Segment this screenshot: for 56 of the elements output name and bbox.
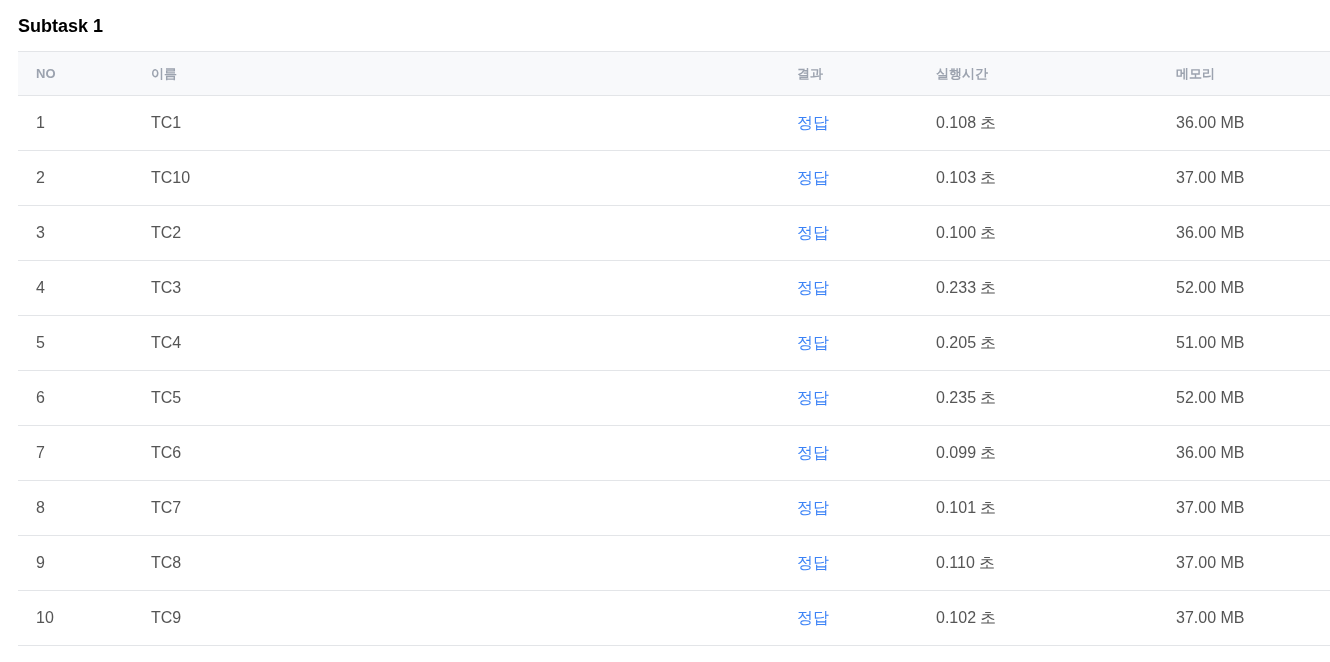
testcase-name: TC1	[151, 114, 182, 131]
result-text: 정답	[797, 609, 829, 626]
row-number: 1	[36, 114, 45, 131]
memory-usage: 52.00 MB	[1176, 389, 1245, 406]
memory-usage: 52.00 MB	[1176, 279, 1245, 296]
result-text: 정답	[797, 444, 829, 461]
execution-time: 0.100 초	[936, 224, 997, 241]
testcase-name: TC7	[151, 499, 182, 516]
row-number: 9	[36, 554, 45, 571]
result-text: 정답	[797, 554, 829, 571]
column-header: NO	[36, 65, 56, 81]
column-header: 메모리	[1176, 65, 1215, 81]
row-number: 8	[36, 499, 45, 516]
row-number: 5	[36, 334, 45, 351]
result-text: 정답	[797, 334, 829, 351]
row-number: 3	[36, 224, 45, 241]
result-text: 정답	[797, 279, 829, 296]
section-title: Subtask 1	[18, 15, 104, 38]
execution-time: 0.205 초	[936, 334, 997, 351]
row-number: 4	[36, 279, 45, 296]
column-header: 이름	[151, 65, 177, 81]
result-text: 정답	[797, 224, 829, 241]
testcase-name: TC4	[151, 334, 182, 351]
row-number: 7	[36, 444, 45, 461]
memory-usage: 51.00 MB	[1176, 334, 1245, 351]
row-number: 10	[36, 609, 54, 626]
testcase-name: TC3	[151, 279, 182, 296]
execution-time: 0.102 초	[936, 609, 997, 626]
execution-time: 0.108 초	[936, 114, 997, 131]
result-text: 정답	[797, 169, 829, 186]
testcase-name: TC6	[151, 444, 182, 461]
testcase-name: TC8	[151, 554, 182, 571]
memory-usage: 37.00 MB	[1176, 499, 1245, 516]
testcase-name: TC5	[151, 389, 182, 406]
execution-time: 0.099 초	[936, 444, 997, 461]
row-number: 2	[36, 169, 45, 186]
memory-usage: 37.00 MB	[1176, 169, 1245, 186]
result-text: 정답	[797, 499, 829, 516]
memory-usage: 36.00 MB	[1176, 224, 1245, 241]
execution-time: 0.110 초	[936, 554, 996, 571]
execution-time: 0.103 초	[936, 169, 997, 186]
result-text: 정답	[797, 114, 829, 131]
execution-time: 0.233 초	[936, 279, 997, 296]
column-header: 실행시간	[936, 65, 988, 81]
memory-usage: 37.00 MB	[1176, 609, 1245, 626]
column-header: 결과	[797, 65, 823, 81]
execution-time: 0.235 초	[936, 389, 997, 406]
testcase-name: TC9	[151, 609, 182, 626]
result-text: 정답	[797, 389, 829, 406]
execution-time: 0.101 초	[936, 499, 997, 516]
testcase-name: TC2	[151, 224, 182, 241]
testcase-name: TC10	[151, 169, 191, 186]
row-number: 6	[36, 389, 45, 406]
memory-usage: 36.00 MB	[1176, 444, 1245, 461]
memory-usage: 37.00 MB	[1176, 554, 1245, 571]
memory-usage: 36.00 MB	[1176, 114, 1245, 131]
